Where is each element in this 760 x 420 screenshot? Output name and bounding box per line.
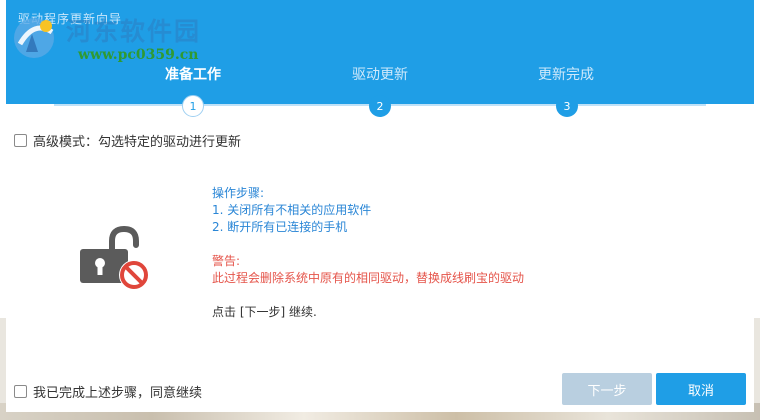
step-indicator-3: 3 [556, 95, 578, 117]
steps-heading: 操作步骤: [212, 186, 265, 200]
step-label-prepare: 准备工作 [165, 67, 221, 83]
step-indicator-2: 2 [369, 95, 391, 117]
advanced-mode-option[interactable]: 高级模式：勾选特定的驱动进行更新 [14, 131, 241, 150]
warning-text: 此过程会删除系统中原有的相同驱动，替换成线刷宝的驱动 [212, 271, 525, 285]
advanced-mode-label: 高级模式：勾选特定的驱动进行更新 [33, 135, 242, 150]
continue-hint: 点击 [下一步] 继续. [212, 305, 317, 319]
cancel-button[interactable]: 取消 [656, 373, 746, 405]
dialog-header: 驱动程序更新向导 河东软件园 www.pc0359.cn 准备工作 驱动更新 更… [6, 0, 754, 104]
step-indicator-1: 1 [182, 95, 204, 117]
instruction-step-1: 1. 关闭所有不相关的应用软件 [212, 203, 372, 217]
confirm-option[interactable]: 我已完成上述步骤，同意继续 [14, 382, 202, 401]
next-button[interactable]: 下一步 [562, 373, 652, 405]
warning-heading: 警告: [212, 254, 241, 268]
step-label-update: 驱动更新 [352, 67, 408, 83]
watermark-site-name: 河东软件园 [66, 17, 202, 46]
advanced-mode-checkbox[interactable] [14, 134, 27, 147]
watermark-url: www.pc0359.cn [78, 47, 199, 63]
confirm-checkbox[interactable] [14, 385, 27, 398]
unlock-forbidden-icon [80, 225, 149, 290]
confirm-label: 我已完成上述步骤，同意继续 [33, 386, 203, 401]
instructions-panel: 操作步骤: 1. 关闭所有不相关的应用软件 2. 断开所有已连接的手机 警告: … [212, 185, 524, 321]
watermark-logo-icon [14, 18, 54, 58]
driver-update-dialog: 驱动程序更新向导 河东软件园 www.pc0359.cn 准备工作 驱动更新 更… [6, 0, 754, 412]
background-edge-right [754, 318, 760, 403]
step-label-complete: 更新完成 [538, 67, 594, 83]
instruction-step-2: 2. 断开所有已连接的手机 [212, 220, 348, 234]
